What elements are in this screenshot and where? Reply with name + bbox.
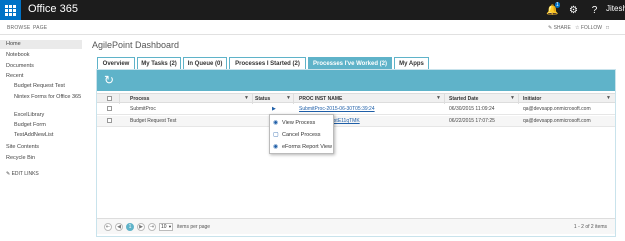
process-cell: Budget Request Test <box>130 118 177 124</box>
follow-label: FOLLOW <box>580 25 602 31</box>
notification-badge: 1 <box>555 2 560 8</box>
ribbon: BROWSE PAGE ✎ SHARE ☆ FOLLOW □ <box>0 20 625 35</box>
nav-recent-item[interactable]: Budget Request Test <box>14 83 82 90</box>
nav-recent-item[interactable]: ExcelLibrary <box>14 112 82 119</box>
panel-toolbar: ↻ <box>97 70 615 91</box>
star-icon: ☆ <box>575 25 580 31</box>
filter-icon[interactable]: ▼ <box>606 95 611 101</box>
menu-item-view-process[interactable]: ◉ View Process <box>273 119 316 127</box>
chevron-down-icon: ▼ <box>167 224 172 229</box>
filter-icon[interactable]: ▼ <box>244 95 249 101</box>
cancel-icon: ▢ <box>273 132 279 138</box>
nav-documents[interactable]: Documents <box>6 63 34 69</box>
page-title: AgilePoint Dashboard <box>92 40 180 50</box>
menu-item-eforms-report[interactable]: ◉ eForms Report View <box>273 143 333 151</box>
processes-panel: ↻ Process ▼ Status ▼ PROC INST NAME ▼ St… <box>96 69 616 237</box>
nav-home[interactable]: Home <box>0 40 82 49</box>
started-date-cell: 06/30/2015 11:09:24 <box>449 106 495 112</box>
column-header-proc-inst-name[interactable]: PROC INST NAME <box>299 96 342 102</box>
tab-processes-worked[interactable]: Processes I've Worked (2) <box>308 57 392 69</box>
initiator-cell: qa@devsapp.onmicrosoft.com <box>523 118 591 124</box>
page-number-button[interactable]: 1 <box>126 223 134 231</box>
table-row[interactable]: Budget Request Test ▶ yphKEXYAZE5txtE11q… <box>97 116 615 127</box>
items-per-page-label: items per page <box>177 224 211 230</box>
follow-button[interactable]: ☆ FOLLOW <box>575 25 602 31</box>
eye-icon: ◉ <box>273 144 279 150</box>
menu-item-label: View Process <box>282 119 316 126</box>
play-icon[interactable]: ▶ <box>272 106 276 112</box>
started-date-cell: 06/22/2015 17:07:25 <box>449 118 495 124</box>
tab-overview[interactable]: Overview <box>97 57 135 69</box>
column-header-started-date[interactable]: Started Date <box>449 96 478 102</box>
filter-icon[interactable]: ▼ <box>436 95 441 101</box>
tab-in-queue[interactable]: In Queue (0) <box>183 57 227 69</box>
page-size-value: 10 <box>161 224 167 230</box>
nav-recent-item[interactable]: Nintex Forms for Office 365 <box>14 94 82 101</box>
ribbon-tab-page[interactable]: PAGE <box>33 25 47 31</box>
menu-item-label: eForms Report View <box>282 143 333 150</box>
focus-icon[interactable]: □ <box>606 25 609 31</box>
edit-links-label: EDIT LINKS <box>11 171 39 177</box>
ribbon-tab-browse[interactable]: BROWSE <box>7 25 30 31</box>
gear-icon[interactable]: ⚙ <box>563 0 584 20</box>
filter-icon[interactable]: ▼ <box>510 95 515 101</box>
nav-recycle-bin[interactable]: Recycle Bin <box>6 155 35 161</box>
process-cell: SubmitProc <box>130 106 156 112</box>
notification-bell-icon[interactable]: 🔔 1 <box>542 0 563 20</box>
initiator-cell: qa@devsapp.onmicrosoft.com <box>523 106 591 112</box>
page-size-select[interactable]: 10 ▼ <box>159 223 173 231</box>
share-icon: ✎ <box>548 25 553 31</box>
refresh-icon[interactable]: ↻ <box>104 74 117 87</box>
share-button[interactable]: ✎ SHARE <box>548 25 571 31</box>
tab-my-tasks[interactable]: My Tasks (2) <box>137 57 181 69</box>
filter-icon[interactable]: ▼ <box>286 95 291 101</box>
menu-item-cancel-process[interactable]: ▢ Cancel Process <box>273 131 321 139</box>
next-page-icon[interactable]: ▶ <box>137 223 145 231</box>
first-page-icon[interactable]: ⇤ <box>104 223 112 231</box>
item-count: 1 - 2 of 2 items <box>573 224 607 230</box>
column-header-process[interactable]: Process <box>130 96 149 102</box>
prev-page-icon[interactable]: ◀ <box>115 223 123 231</box>
help-icon[interactable]: ? <box>584 0 605 20</box>
tab-processes-started[interactable]: Processes I Started (2) <box>229 57 306 69</box>
row-checkbox[interactable] <box>107 118 112 123</box>
nav-recent-item[interactable]: Budget Form <box>14 122 82 129</box>
grid-pager: ⇤ ◀ 1 ▶ ⇥ 10 ▼ items per page 1 - 2 of 2… <box>97 218 615 234</box>
nav-site-contents[interactable]: Site Contents <box>6 144 39 150</box>
row-checkbox[interactable] <box>107 106 112 111</box>
share-label: SHARE <box>553 25 571 31</box>
eye-icon: ◉ <box>273 120 279 126</box>
menu-item-label: Cancel Process <box>282 131 321 138</box>
nav-notebook[interactable]: Notebook <box>6 52 30 58</box>
app-launcher-icon[interactable] <box>0 0 21 20</box>
user-name[interactable]: Jitesh <box>606 4 625 13</box>
column-header-initiator[interactable]: Initiator <box>523 96 541 102</box>
pencil-icon: ✎ <box>6 171 11 177</box>
tab-my-apps[interactable]: My Apps <box>394 57 429 69</box>
select-all-checkbox[interactable] <box>107 96 112 101</box>
last-page-icon[interactable]: ⇥ <box>148 223 156 231</box>
nav-recent-item[interactable]: TestAddNewList <box>14 132 82 139</box>
row-context-menu: ◉ View Process ▢ Cancel Process ◉ eForms… <box>269 114 334 154</box>
brand-title[interactable]: Office 365 <box>28 3 78 15</box>
nav-recent[interactable]: Recent <box>6 73 23 79</box>
grid-header: Process ▼ Status ▼ PROC INST NAME ▼ Star… <box>97 93 615 104</box>
table-row[interactable]: SubmitProc ▶ SubmitProc-2015-06-30T05:39… <box>97 104 615 115</box>
proc-inst-link[interactable]: SubmitProc-2015-06-30T05:39:24 <box>299 106 375 112</box>
suite-bar: Office 365 🔔 1 ⚙ ? Jitesh <box>0 0 625 20</box>
edit-links-button[interactable]: ✎ EDIT LINKS <box>6 171 39 177</box>
column-header-status[interactable]: Status <box>255 96 270 102</box>
